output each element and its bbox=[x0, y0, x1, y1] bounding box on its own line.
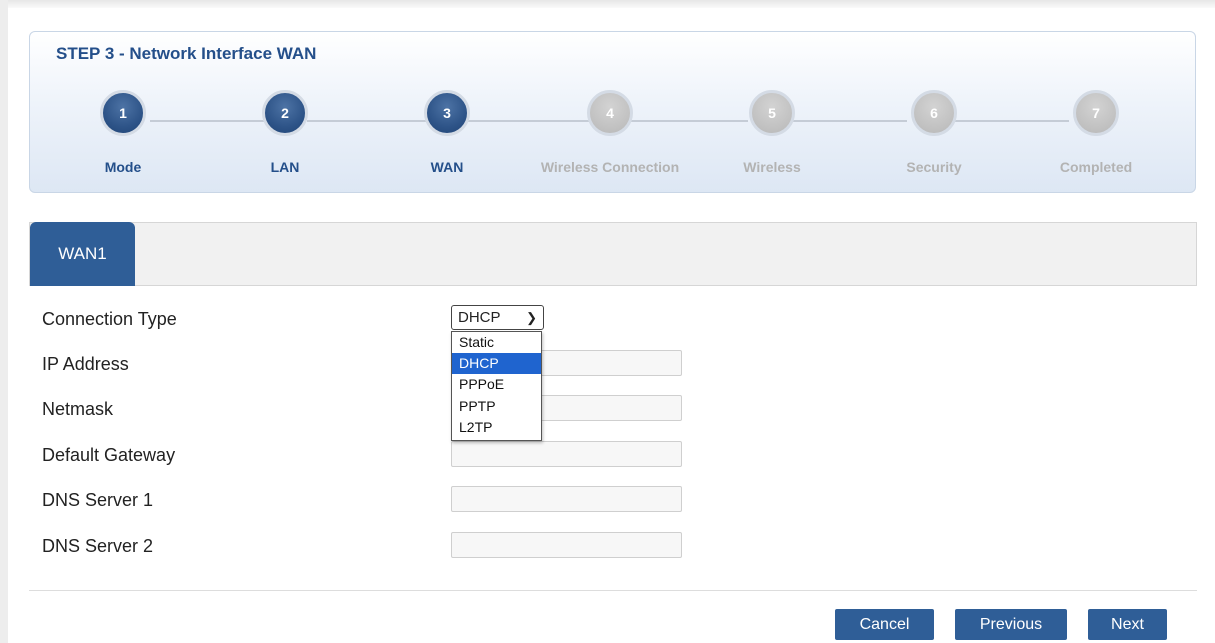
step-4-circle: 4 bbox=[587, 90, 633, 136]
tab-wan1[interactable]: WAN1 bbox=[30, 222, 135, 286]
step-5-circle: 5 bbox=[749, 90, 795, 136]
previous-button[interactable]: Previous bbox=[955, 609, 1067, 640]
option-static[interactable]: Static bbox=[452, 332, 541, 353]
default-gateway-input[interactable] bbox=[451, 441, 682, 467]
chevron-down-icon: ❯ bbox=[526, 310, 537, 325]
netmask-label: Netmask bbox=[42, 399, 114, 419]
step-7-circle: 7 bbox=[1073, 90, 1119, 136]
option-l2tp[interactable]: L2TP bbox=[452, 417, 541, 438]
option-dhcp[interactable]: DHCP bbox=[452, 353, 541, 375]
step-connector bbox=[468, 120, 602, 122]
next-button[interactable]: Next bbox=[1088, 609, 1167, 640]
dns-server-1-label: DNS Server 1 bbox=[42, 490, 154, 510]
step-6-circle: 6 bbox=[911, 90, 957, 136]
connection-type-select[interactable]: DHCP ❯ bbox=[451, 305, 544, 330]
step-1-circle: 1 bbox=[100, 90, 146, 136]
step-connector bbox=[150, 120, 282, 122]
default-gateway-label: Default Gateway bbox=[42, 445, 176, 465]
cancel-button[interactable]: Cancel bbox=[835, 609, 934, 640]
step-connector bbox=[307, 120, 444, 122]
dns-server-2-label: DNS Server 2 bbox=[42, 536, 154, 556]
option-pptp[interactable]: PPTP bbox=[452, 396, 541, 417]
option-pppoe[interactable]: PPPoE bbox=[452, 374, 541, 395]
step-3-circle: 3 bbox=[424, 90, 470, 136]
dns-server-1-input[interactable] bbox=[451, 486, 682, 512]
connection-type-value: DHCP bbox=[458, 309, 501, 326]
dns-server-2-input[interactable] bbox=[451, 532, 682, 558]
tab-bar bbox=[29, 222, 1197, 286]
step-7-label: Completed bbox=[1059, 159, 1133, 175]
window-edge-left bbox=[0, 0, 8, 643]
form-divider bbox=[29, 590, 1197, 591]
wizard-progress-panel: STEP 3 - Network Interface WAN 1 2 3 4 5… bbox=[29, 31, 1196, 193]
wizard-title: STEP 3 - Network Interface WAN bbox=[56, 44, 317, 63]
window-edge-top bbox=[8, 0, 1215, 8]
step-2-circle: 2 bbox=[262, 90, 308, 136]
step-connector bbox=[626, 120, 748, 122]
connection-type-dropdown: Static DHCP PPPoE PPTP L2TP bbox=[451, 331, 542, 441]
ip-address-label: IP Address bbox=[42, 354, 129, 374]
connection-type-label: Connection Type bbox=[42, 309, 177, 329]
